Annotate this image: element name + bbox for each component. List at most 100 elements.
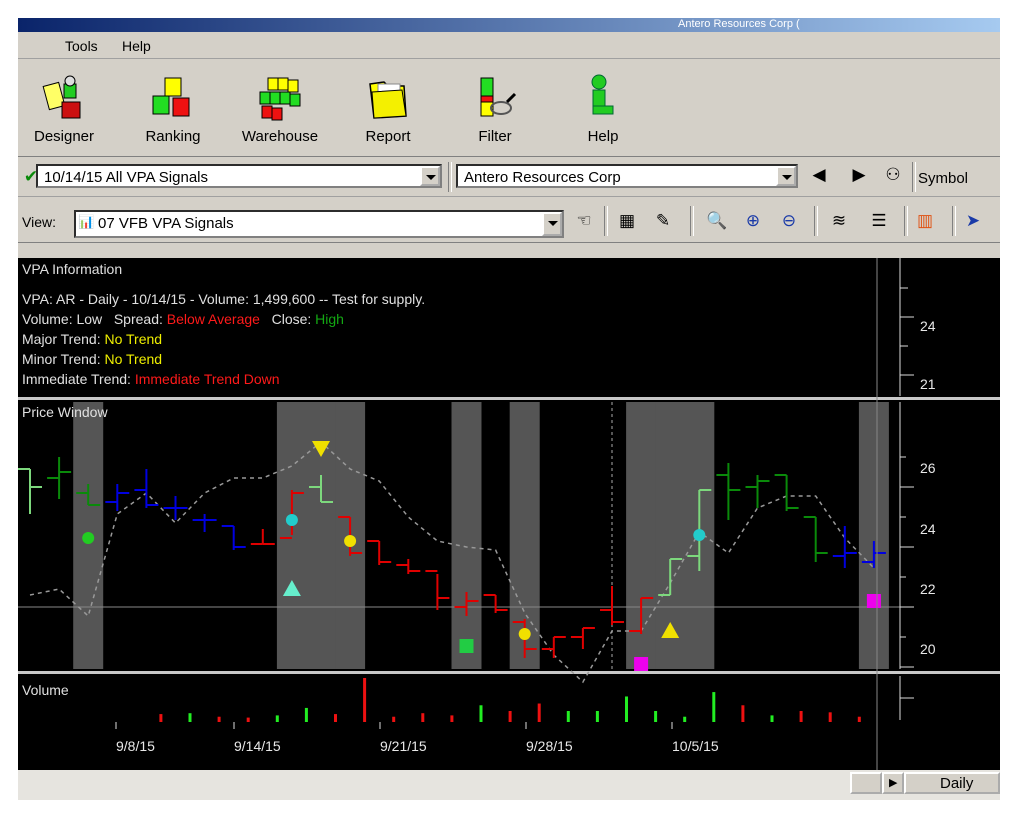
chart-properties-icon[interactable]: ▦ (614, 208, 640, 234)
zoom-in-icon[interactable]: ⊕ (740, 208, 766, 234)
chart-view-icon: 📊 (78, 214, 95, 229)
volume-bar (188, 713, 192, 722)
chart-canvas[interactable] (18, 258, 1000, 770)
volume-bar (421, 713, 425, 722)
app-window: Antero Resources Corp ( Tools Help Desig… (18, 18, 1000, 800)
ranking-button[interactable]: Ranking (133, 64, 213, 148)
volume-bar (392, 716, 396, 722)
volume-bar (363, 678, 367, 722)
chart-area[interactable]: VPA Information VPA: AR - Daily - 10/14/… (18, 258, 1000, 770)
volume-bar (741, 705, 745, 722)
volume-bar (595, 711, 599, 722)
edit-chart-icon[interactable]: ✎ (650, 208, 676, 234)
help-info-icon (579, 74, 627, 122)
zoom-icon[interactable]: 🔍 (704, 208, 730, 234)
filter-icon (471, 74, 519, 122)
separator (448, 162, 452, 192)
zoom-out-icon[interactable]: ⊖ (776, 208, 802, 234)
volume-bar (683, 716, 687, 722)
warehouse-label: Warehouse (241, 128, 319, 145)
signal-dot-marker (285, 514, 298, 526)
report-label: Report (365, 128, 411, 145)
price-window-title: Price Window (22, 404, 108, 420)
volume-bar (537, 703, 541, 722)
view-value: 07 VFB VPA Signals (98, 215, 234, 232)
symbol-dropdown-button[interactable] (776, 166, 796, 186)
status-bar: ▶ Daily (18, 770, 1000, 800)
ranking-label: Ranking (145, 128, 201, 145)
volume-bar (304, 707, 308, 722)
binoculars-find-icon[interactable]: ⚇ (880, 162, 906, 188)
view-dropdown-button[interactable] (542, 212, 562, 236)
volume-bar (625, 696, 628, 722)
signal-square-marker (634, 657, 649, 671)
view-toolbar: View: 📊 07 VFB VPA Signals ☜ ▦ ✎ 🔍 ⊕ ⊖ ≋… (18, 200, 1000, 243)
help-button[interactable]: Help (563, 64, 643, 148)
signal-dot-marker (344, 535, 357, 547)
volume-bar (712, 692, 716, 722)
volume-bar (566, 711, 570, 722)
view-label: View: (22, 214, 56, 230)
designer-button[interactable]: Designer (24, 64, 104, 148)
filter-button[interactable]: Filter (455, 64, 535, 148)
volume-bar (275, 715, 279, 722)
volume-bar (799, 711, 803, 722)
title-bar[interactable]: Antero Resources Corp ( (18, 18, 1000, 32)
signal-square-marker (866, 594, 881, 608)
separator (952, 206, 956, 236)
symbol-select[interactable]: Antero Resources Corp (456, 164, 798, 188)
watchlist-dropdown-button[interactable] (420, 166, 440, 186)
help-label: Help (587, 128, 619, 145)
filter-label: Filter (478, 128, 512, 145)
symbol-label: Symbol (918, 170, 969, 187)
scroll-right-button[interactable]: ▶ (882, 772, 904, 794)
view-select[interactable]: 📊 07 VFB VPA Signals (74, 210, 564, 238)
symbol-value: Antero Resources Corp (464, 169, 621, 186)
window-title: Antero Resources Corp ( (678, 18, 800, 30)
timeframe-button[interactable]: Daily (904, 772, 1000, 794)
selector-toolbar: ✔ 10/14/15 All VPA Signals Antero Resour… (18, 158, 1000, 197)
designer-icon (40, 74, 88, 122)
volume-bar (770, 715, 774, 722)
next-symbol-icon[interactable]: ▶ (846, 162, 872, 188)
signal-shade (858, 402, 889, 669)
data-list-icon[interactable]: ☰ (866, 208, 892, 234)
previous-symbol-icon[interactable]: ◀ (806, 162, 832, 188)
timeframe-label: Daily (940, 775, 974, 792)
volume-bar (508, 711, 512, 722)
watchlist-select[interactable]: 10/14/15 All VPA Signals (36, 164, 442, 188)
arrow-tool-icon[interactable]: ➤ (960, 208, 986, 234)
separator (904, 206, 908, 236)
signal-square-marker (459, 639, 474, 653)
volume-bar (159, 714, 163, 722)
warehouse-icon (256, 74, 304, 122)
signal-dot-marker (518, 628, 531, 640)
warehouse-button[interactable]: Warehouse (240, 64, 320, 148)
volume-bar (479, 705, 483, 722)
volume-bar (450, 715, 454, 722)
scroll-left-button[interactable] (850, 772, 882, 794)
separator (604, 206, 608, 236)
watchlist-value: 10/14/15 All VPA Signals (44, 169, 209, 186)
volume-bar (217, 716, 221, 722)
volume-bar (654, 711, 658, 722)
signal-shade (451, 402, 482, 669)
pointing-hand-icon[interactable]: ☜ (571, 208, 597, 234)
signal-dot-marker (693, 529, 706, 541)
menu-help[interactable]: Help (122, 38, 151, 54)
indicator-lines-icon[interactable]: ≋ (826, 208, 852, 234)
separator (814, 206, 818, 236)
main-toolbar: Designer Ranking Warehouse Report Filter (18, 60, 1000, 157)
volume-bar (246, 717, 250, 722)
colorful-bars-icon[interactable]: ▥ (912, 208, 938, 234)
ranking-icon (149, 74, 197, 122)
play-arrow-icon: ▶ (889, 777, 898, 789)
volume-bar (857, 716, 861, 722)
volume-bar (828, 712, 832, 722)
separator (690, 206, 694, 236)
designer-label: Designer (33, 128, 95, 145)
signal-dot-marker (82, 532, 95, 544)
menu-tools[interactable]: Tools (65, 38, 98, 54)
menu-bar: Tools Help (18, 34, 1000, 59)
report-button[interactable]: Report (348, 64, 428, 148)
